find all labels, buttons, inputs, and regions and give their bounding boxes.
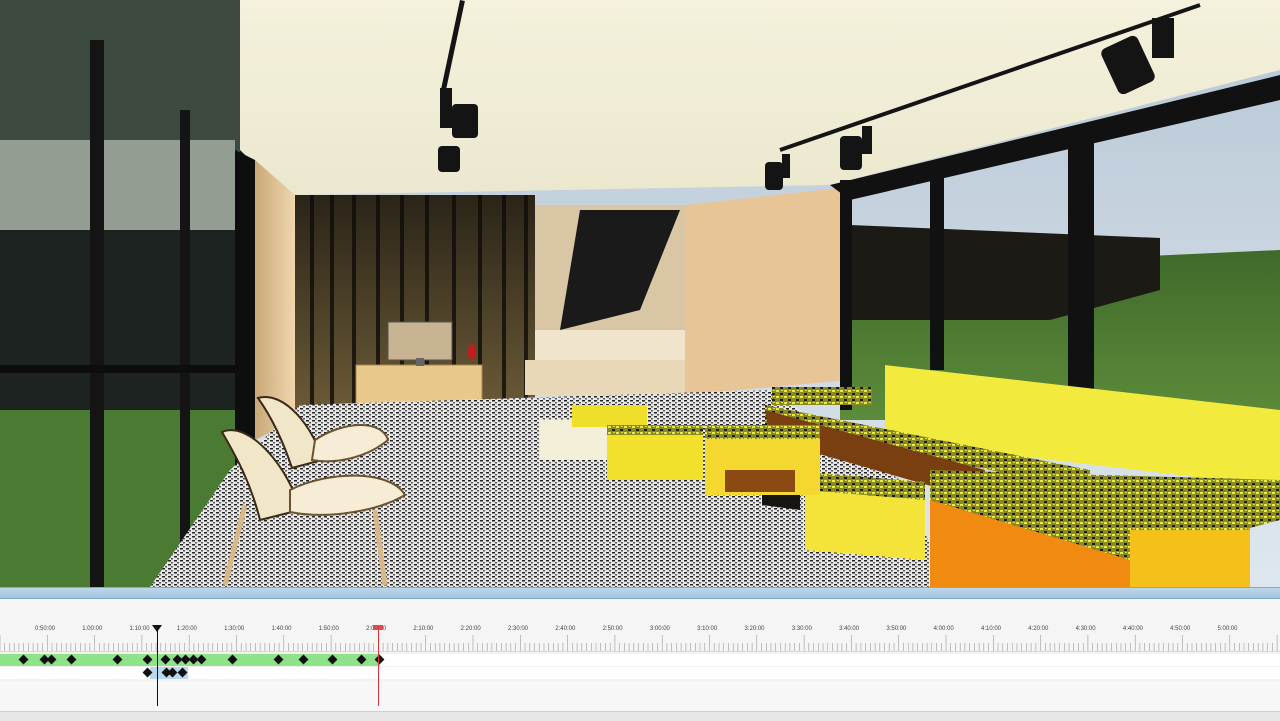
- ruler-tick-label: 4:20:00: [1028, 626, 1049, 632]
- ruler-tick-label: 4:00:00: [933, 626, 954, 632]
- 3d-viewport[interactable]: [0, 0, 1280, 587]
- ruler-tick-label: 2:50:00: [602, 626, 623, 632]
- ruler-tick-label: 1:30:00: [224, 626, 245, 632]
- ruler-tick-label: 1:50:00: [318, 626, 339, 632]
- scene-render: [0, 0, 1280, 587]
- keyframe-track-primary[interactable]: [0, 654, 1280, 666]
- ruler-tick-label: 3:40:00: [839, 626, 860, 632]
- ruler-tick-label: 1:40:00: [271, 626, 292, 632]
- ruler-tick-label: 1:10:00: [129, 626, 150, 632]
- ruler-tick-label: 4:50:00: [1170, 626, 1191, 632]
- ruler-tick-label: 3:10:00: [697, 626, 718, 632]
- ruler-ticks: [0, 635, 1278, 651]
- ruler-tick-label: 3:20:00: [744, 626, 765, 632]
- ruler-tick-label: 2:20:00: [460, 626, 481, 632]
- ruler-tick-label: 4:40:00: [1122, 626, 1143, 632]
- animation-timeline[interactable]: 0:50:00 1:00:00 1:10:00 1:20:00 1:30:00 1:40:…: [0, 599, 1280, 721]
- ruler-tick-label: 3:00:00: [649, 626, 670, 632]
- empty-track-area[interactable]: [0, 681, 1280, 711]
- panel-separator[interactable]: [0, 587, 1280, 599]
- keyframe-track-secondary[interactable]: [0, 667, 1280, 679]
- ruler-tick-label: 2:10:00: [413, 626, 434, 632]
- time-ruler[interactable]: 0:50:00 1:00:00 1:10:00 1:20:00 1:30:00 1:40:…: [0, 599, 1280, 652]
- ruler-tick-label: 1:20:00: [176, 626, 197, 632]
- ruler-tick-label: 2:30:00: [507, 626, 529, 632]
- ruler-tick-label: 4:10:00: [980, 626, 1002, 632]
- ruler-tick-label: 3:30:00: [791, 626, 812, 632]
- ruler-tick-label: 0:50:00: [34, 626, 56, 632]
- end-marker-line: [378, 626, 379, 706]
- ruler-tick-label: 2:40:00: [555, 626, 576, 632]
- ruler-tick-label: 4:30:00: [1075, 626, 1096, 632]
- playhead-line: [157, 626, 158, 706]
- ruler-tick-label: 3:50:00: [886, 626, 907, 632]
- ruler-tick-label: 1:00:00: [82, 626, 103, 632]
- ruler-tick-label: 5:00:00: [1217, 626, 1238, 632]
